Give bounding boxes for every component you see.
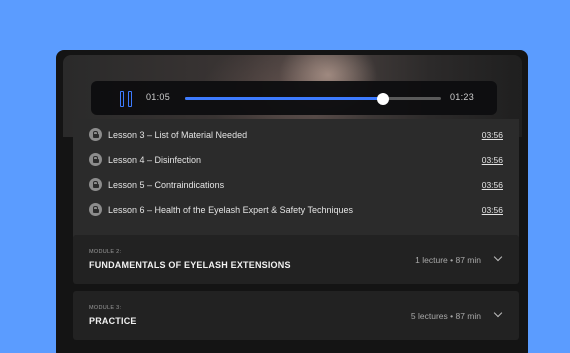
module-label: MODULE 2: bbox=[89, 249, 122, 255]
module-3-accordion[interactable]: MODULE 3: PRACTICE 5 lectures • 87 min bbox=[73, 291, 519, 340]
progress-handle[interactable] bbox=[377, 92, 390, 105]
pause-icon[interactable] bbox=[120, 91, 134, 107]
module-title: PRACTICE bbox=[89, 316, 137, 326]
lock-icon bbox=[89, 128, 102, 141]
lesson-title: Lesson 6 – Health of the Eyelash Expert … bbox=[108, 204, 353, 215]
module-meta: 5 lectures • 87 min bbox=[410, 311, 481, 321]
player-controls: 01:05 01:23 bbox=[91, 81, 497, 115]
progress-slider[interactable] bbox=[185, 92, 441, 105]
lesson-row[interactable]: Lesson 6 – Health of the Eyelash Expert … bbox=[73, 197, 519, 222]
total-duration: 01:23 bbox=[450, 92, 475, 102]
lesson-duration[interactable]: 03:56 bbox=[482, 205, 503, 215]
module-2-accordion[interactable]: MODULE 2: FUNDAMENTALS OF EYELASH EXTENS… bbox=[73, 235, 519, 284]
lesson-title: Lesson 4 – Disinfection bbox=[108, 154, 202, 165]
lock-icon bbox=[89, 203, 102, 216]
current-time: 01:05 bbox=[146, 92, 171, 102]
lesson-row[interactable]: Lesson 5 – Contraindications 03:56 bbox=[73, 172, 519, 197]
lesson-duration[interactable]: 03:56 bbox=[482, 155, 503, 165]
module-title: FUNDAMENTALS OF EYELASH EXTENSIONS bbox=[89, 260, 291, 270]
lock-icon bbox=[89, 153, 102, 166]
lesson-duration[interactable]: 03:56 bbox=[482, 180, 503, 190]
lesson-title: Lesson 5 – Contraindications bbox=[108, 179, 225, 190]
lesson-title: Lesson 3 – List of Material Needed bbox=[108, 129, 248, 140]
lesson-row[interactable]: Lesson 3 – List of Material Needed 03:56 bbox=[73, 122, 519, 147]
chevron-down-icon[interactable] bbox=[493, 252, 503, 262]
module-meta: 1 lecture • 87 min bbox=[415, 255, 481, 265]
lesson-duration[interactable]: 03:56 bbox=[482, 130, 503, 140]
course-player-panel: 01:05 01:23 Lesson 3 – List of Material … bbox=[56, 50, 528, 353]
module-label: MODULE 3: bbox=[89, 305, 122, 311]
lesson-row[interactable]: Lesson 4 – Disinfection 03:56 bbox=[73, 147, 519, 172]
lock-icon bbox=[89, 178, 102, 191]
progress-fill bbox=[185, 97, 384, 100]
chevron-down-icon[interactable] bbox=[493, 308, 503, 318]
